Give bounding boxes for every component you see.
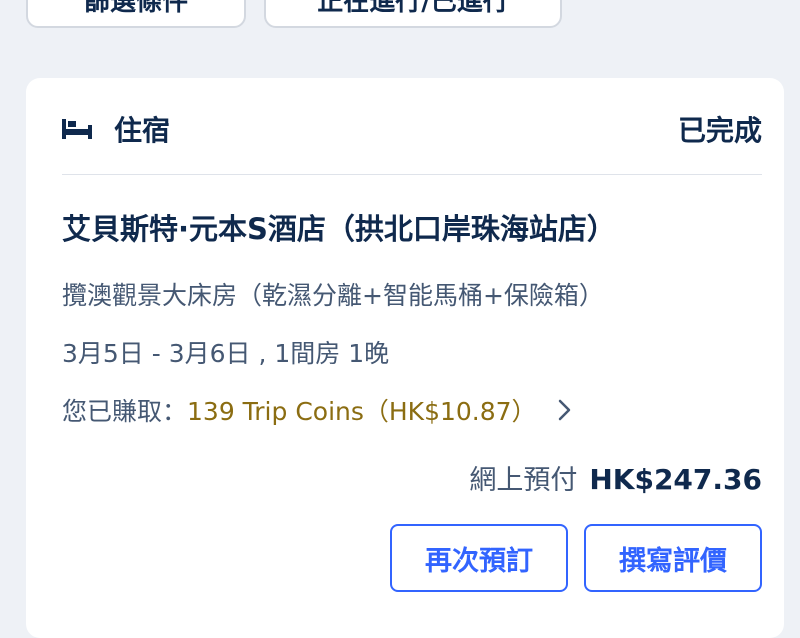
- filter-chip-right-label: 正在進行/已進行: [317, 0, 509, 17]
- status-badge: 已完成: [677, 114, 762, 147]
- trip-coins-prefix: 您已賺取：: [62, 397, 188, 426]
- price-value: HK$247.36: [589, 463, 762, 496]
- filter-chip-right[interactable]: 正在進行/已進行: [264, 0, 562, 28]
- rebook-button[interactable]: 再次預訂: [390, 524, 568, 592]
- filter-chip-left-label: 篩選條件: [83, 0, 188, 17]
- hotel-name: 艾貝斯特·元本S酒店（拱北口岸珠海站店）: [62, 212, 616, 246]
- filter-chip-left[interactable]: 篩選條件: [26, 0, 246, 28]
- booking-card[interactable]: 住宿 已完成 艾貝斯特·元本S酒店（拱北口岸珠海站店） 攬澳觀景大床房（乾濕分離…: [26, 78, 784, 638]
- bed-icon: [62, 117, 92, 141]
- stay-dates: 3月5日 - 3月6日 , 1間房 1晚: [62, 339, 390, 368]
- room-type: 攬澳觀景大床房（乾濕分離+智能馬桶+保險箱）: [62, 281, 604, 310]
- booking-type: 住宿: [62, 109, 170, 149]
- booking-type-label: 住宿: [114, 114, 171, 147]
- write-review-button[interactable]: 撰寫評價: [584, 524, 762, 592]
- trip-coins-row[interactable]: 您已賺取： 139 Trip Coins（HK$10.87）: [62, 392, 575, 428]
- trip-coins-value: 139 Trip Coins（HK$10.87）: [187, 397, 537, 426]
- divider: [62, 174, 762, 175]
- booking-card-header: 住宿 已完成: [62, 106, 762, 152]
- price-row: 網上預付 HK$247.36: [469, 458, 762, 497]
- chevron-right-icon: [555, 397, 575, 423]
- price-label: 網上預付: [469, 465, 578, 496]
